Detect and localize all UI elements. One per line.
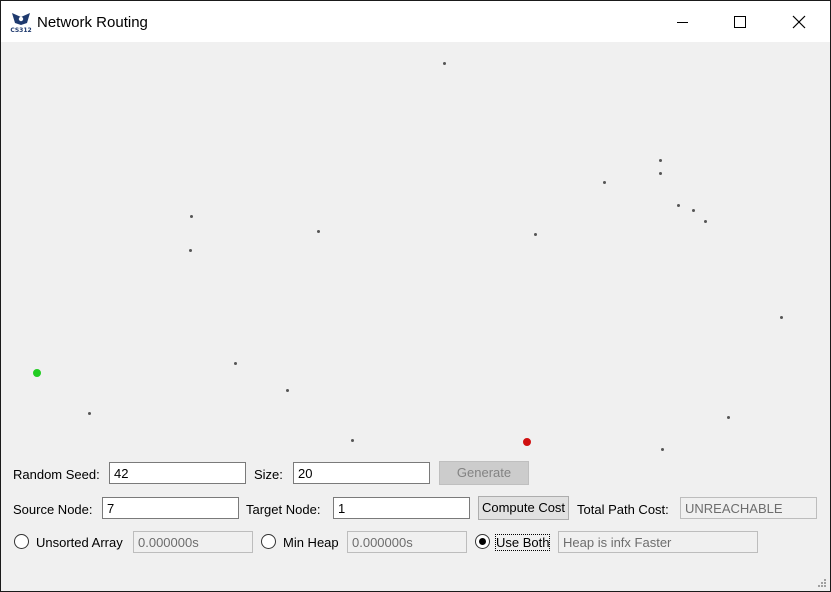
graph-node (234, 362, 237, 365)
heap-comparison-field: Heap is infx Faster (558, 531, 758, 553)
graph-node (351, 439, 354, 442)
graph-node (317, 230, 320, 233)
graph-node (661, 448, 664, 451)
target-node-label: Target Node: (246, 502, 321, 517)
unsorted-array-radio[interactable] (14, 534, 29, 549)
compute-cost-button[interactable]: Compute Cost (478, 496, 569, 520)
maximize-icon (734, 15, 746, 28)
size-label: Size: (254, 467, 283, 482)
graph-node (659, 159, 662, 162)
graph-node (189, 249, 192, 252)
source-node-input[interactable]: 7 (102, 497, 239, 519)
unsorted-array-label[interactable]: Unsorted Array (36, 535, 123, 550)
close-button[interactable] (776, 1, 822, 42)
unsorted-array-time: 0.000000s (133, 531, 253, 553)
graph-node (534, 233, 537, 236)
target-node-marker (523, 438, 531, 446)
graph-node (727, 416, 730, 419)
graph-node (603, 181, 606, 184)
total-path-cost-field: UNREACHABLE (680, 497, 817, 519)
maximize-button[interactable] (717, 1, 763, 42)
resize-grip-icon[interactable] (817, 578, 827, 588)
size-input[interactable]: 20 (293, 462, 430, 484)
title-bar[interactable]: CS312 Network Routing (1, 1, 830, 42)
min-heap-time: 0.000000s (347, 531, 467, 553)
random-seed-input[interactable]: 42 (109, 462, 246, 484)
graph-node (780, 316, 783, 319)
minimize-button[interactable] (660, 1, 706, 42)
graph-node (190, 215, 193, 218)
total-path-cost-label: Total Path Cost: (577, 502, 669, 517)
use-both-radio[interactable] (475, 534, 490, 549)
graph-node (704, 220, 707, 223)
graph-node (677, 204, 680, 207)
min-heap-radio[interactable] (261, 534, 276, 549)
source-node-label: Source Node: (13, 502, 93, 517)
graph-node (88, 412, 91, 415)
graph-node (286, 389, 289, 392)
graph-node (443, 62, 446, 65)
random-seed-label: Random Seed: (13, 467, 100, 482)
target-node-input[interactable]: 1 (333, 497, 470, 519)
graph-canvas[interactable] (1, 42, 830, 457)
app-window: CS312 Network Routing Random Seed: 42 Si… (0, 0, 831, 592)
cs312-logo-icon: CS312 (10, 13, 32, 33)
svg-text:CS312: CS312 (10, 27, 31, 33)
graph-node (692, 209, 695, 212)
graph-node (659, 172, 662, 175)
close-icon (792, 15, 806, 28)
generate-button[interactable]: Generate (439, 461, 529, 485)
min-heap-label[interactable]: Min Heap (283, 535, 339, 550)
minimize-icon (677, 21, 688, 23)
window-title: Network Routing (37, 14, 148, 31)
use-both-label[interactable]: Use Both (494, 534, 551, 551)
source-node-marker (33, 369, 41, 377)
